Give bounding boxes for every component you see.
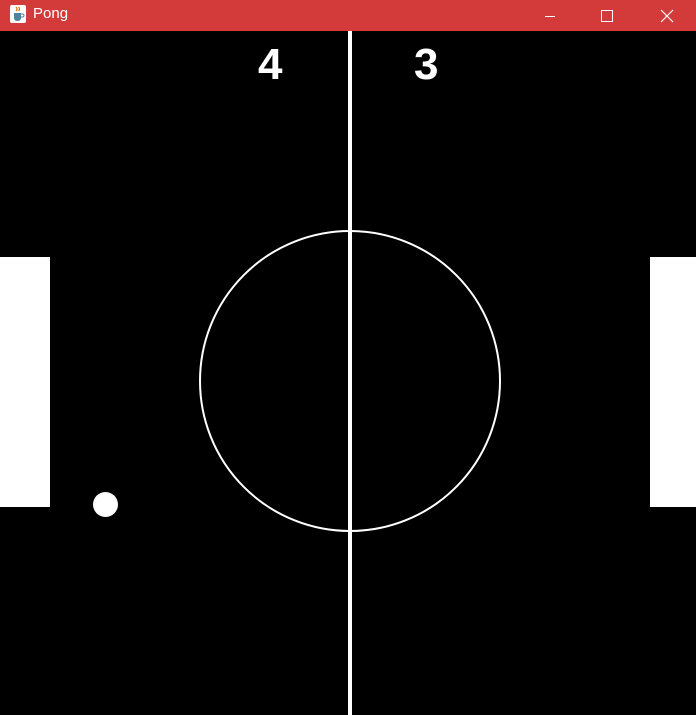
- right-paddle: [650, 257, 696, 507]
- minimize-icon: [545, 15, 555, 17]
- left-paddle: [0, 257, 50, 507]
- java-cup-icon: [9, 4, 27, 24]
- game-canvas[interactable]: 4 3: [0, 31, 696, 715]
- close-icon: [660, 9, 674, 22]
- minimize-button[interactable]: [527, 0, 573, 31]
- ball: [93, 492, 118, 517]
- left-player-score: 4: [258, 40, 283, 89]
- maximize-button[interactable]: [584, 0, 630, 31]
- close-button[interactable]: [644, 0, 690, 31]
- maximize-icon: [601, 9, 613, 22]
- window-title: Pong: [33, 5, 69, 22]
- playing-field: [199, 31, 501, 715]
- window-titlebar[interactable]: Pong: [0, 0, 696, 31]
- right-player-score: 3: [414, 40, 439, 89]
